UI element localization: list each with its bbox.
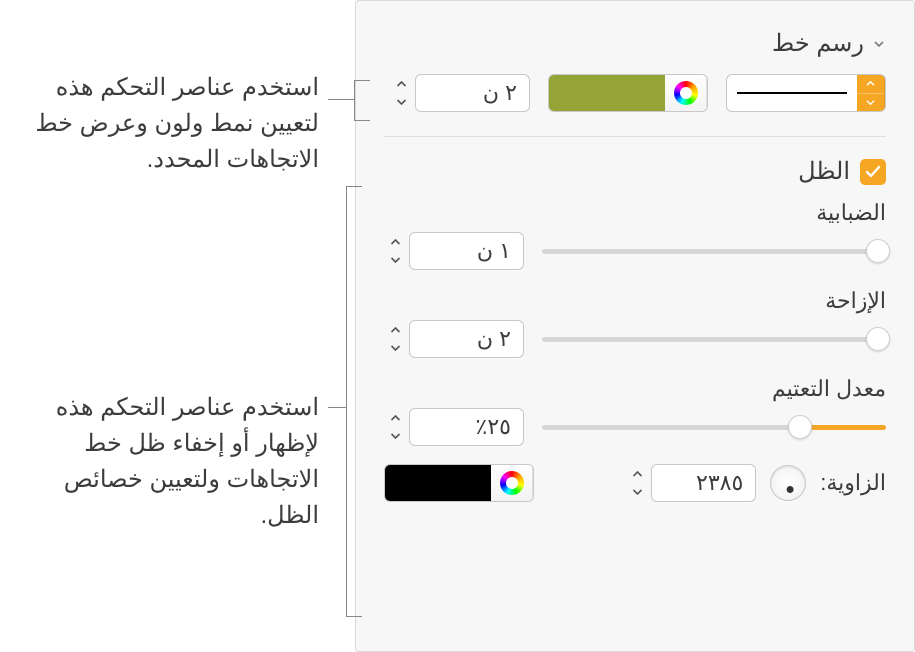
stepper-up-icon[interactable]: [626, 466, 648, 482]
angle-input[interactable]: [651, 464, 756, 502]
stepper-up-icon[interactable]: [384, 322, 406, 338]
opacity-row: [384, 408, 886, 446]
stroke-width-stepper: [390, 74, 412, 112]
shadow-checkbox-row: الظل: [384, 157, 886, 186]
color-wheel-icon: [500, 471, 524, 495]
offset-input[interactable]: [409, 320, 524, 358]
blur-field: [384, 232, 524, 270]
stepper-down-icon[interactable]: [384, 252, 406, 268]
opacity-input[interactable]: [409, 408, 524, 446]
blur-row: [384, 232, 886, 270]
callout-line: [354, 80, 370, 81]
callout-line: [328, 99, 354, 100]
stepper-down-icon[interactable]: [626, 484, 648, 500]
blur-input[interactable]: [409, 232, 524, 270]
stroke-width-input[interactable]: [415, 74, 530, 112]
divider: [384, 136, 886, 137]
callout-line: [354, 80, 355, 120]
opacity-label: معدل التعتيم: [384, 376, 886, 402]
callout-stroke: استخدم عناصر التحكم هذه لتعيين نمط ولون …: [9, 70, 319, 178]
opacity-slider[interactable]: [542, 415, 886, 439]
stepper-up-icon[interactable]: [384, 234, 406, 250]
stroke-width-field: [390, 74, 530, 112]
dial-indicator-icon: [787, 486, 794, 493]
stepper-up-icon[interactable]: [384, 410, 406, 426]
callout-line: [346, 186, 362, 187]
section-title: رسم خط: [772, 29, 864, 58]
stepper-down-icon[interactable]: [384, 340, 406, 356]
stroke-color-swatch[interactable]: [549, 75, 665, 111]
offset-row: [384, 320, 886, 358]
stroke-color-well[interactable]: [548, 74, 708, 112]
stepper-up-icon[interactable]: [390, 76, 412, 92]
stroke-section-header[interactable]: رسم خط: [384, 29, 886, 58]
chevron-up-icon[interactable]: [857, 75, 884, 94]
shadow-checkbox[interactable]: [860, 159, 886, 185]
offset-label: الإزاحة: [384, 288, 886, 314]
shadow-color-swatch[interactable]: [385, 465, 491, 501]
callout-line: [346, 186, 347, 616]
stroke-style-stepper[interactable]: [857, 75, 885, 111]
chevron-down-icon[interactable]: [857, 94, 884, 112]
opacity-field: [384, 408, 524, 446]
stroke-controls-row: [384, 74, 886, 112]
callout-line: [354, 120, 370, 121]
angle-field: [626, 464, 756, 502]
blur-label: الضبابية: [384, 200, 886, 226]
callout-line: [328, 407, 346, 408]
shadow-checkbox-label: الظل: [798, 157, 850, 186]
color-wheel-icon: [674, 81, 698, 105]
blur-slider[interactable]: [542, 239, 886, 263]
angle-label: الزاوية:: [820, 470, 886, 496]
shadow-color-well[interactable]: [384, 464, 534, 502]
angle-dial[interactable]: [770, 465, 806, 501]
callout-shadow: استخدم عناصر التحكم هذه لإظهار أو إخفاء …: [9, 390, 319, 534]
stepper-down-icon[interactable]: [384, 428, 406, 444]
offset-slider[interactable]: [542, 327, 886, 351]
color-picker-button[interactable]: [491, 465, 533, 501]
callout-line: [346, 616, 362, 617]
stroke-sample: [727, 92, 857, 94]
stepper-down-icon[interactable]: [390, 94, 412, 110]
stroke-style-dropdown[interactable]: [726, 74, 886, 112]
format-panel: رسم خط الظل الض: [355, 0, 915, 652]
chevron-down-icon: [872, 37, 886, 51]
angle-row: الزاوية:: [384, 464, 886, 502]
color-picker-button[interactable]: [665, 75, 707, 111]
offset-field: [384, 320, 524, 358]
